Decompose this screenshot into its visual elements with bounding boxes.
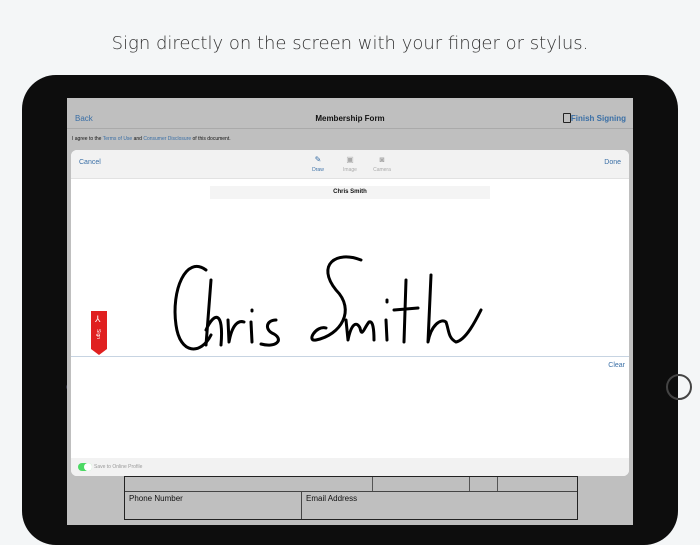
home-button[interactable] xyxy=(666,374,692,400)
acrobat-logo-icon: ⅄ xyxy=(95,314,101,324)
modal-toolbar: Cancel ✎ Draw ▣ Image ◙ Camera Done xyxy=(71,150,629,179)
tab-camera[interactable]: ◙ Camera xyxy=(370,155,394,173)
tab-label: Draw xyxy=(312,167,324,173)
form-table: Phone Number Email Address xyxy=(124,476,578,520)
done-button[interactable]: Done xyxy=(604,159,621,166)
tab-label: Image xyxy=(343,167,357,173)
image-icon: ▣ xyxy=(346,155,354,164)
save-profile-label: Save to Online Profile xyxy=(94,464,143,470)
signature-modal: Cancel ✎ Draw ▣ Image ◙ Camera Done Chris S… xyxy=(71,150,629,476)
pen-icon: ✎ xyxy=(314,155,322,164)
signature-baseline xyxy=(71,356,629,357)
cancel-button[interactable]: Cancel xyxy=(79,159,101,166)
email-address-field[interactable]: Email Address xyxy=(302,492,577,519)
save-profile-toggle[interactable] xyxy=(78,463,92,471)
tab-draw[interactable]: ✎ Draw xyxy=(306,155,330,173)
agree-post: of this document. xyxy=(191,136,231,142)
agree-mid: and xyxy=(132,136,144,142)
terms-link[interactable]: Terms of Use xyxy=(103,136,132,142)
document-icon[interactable] xyxy=(563,113,571,123)
agree-pre: I agree to the xyxy=(72,136,103,142)
signature-drawing[interactable] xyxy=(166,250,486,360)
disclosure-link[interactable]: Consumer Disclosure xyxy=(143,136,191,142)
phone-number-field[interactable]: Phone Number xyxy=(125,492,302,519)
sign-tag-label: Sign xyxy=(95,328,102,340)
nav-bar: Back Membership Form Finish Signing xyxy=(67,98,633,129)
modal-footer: Save to Online Profile xyxy=(71,458,629,476)
agreement-text: I agree to the Terms of Use and Consumer… xyxy=(72,136,231,142)
signer-name: Chris Smith xyxy=(210,186,490,199)
finish-signing-button[interactable]: Finish Signing xyxy=(571,114,626,123)
tab-label: Camera xyxy=(373,167,391,173)
headline: Sign directly on the screen with your fi… xyxy=(111,33,589,54)
form-row xyxy=(125,477,577,492)
page-title: Membership Form xyxy=(315,114,385,123)
tab-image[interactable]: ▣ Image xyxy=(338,155,362,173)
sign-tag: ⅄ Sign xyxy=(91,311,107,355)
camera-icon: ◙ xyxy=(379,155,385,164)
clear-button[interactable]: Clear xyxy=(608,362,625,369)
